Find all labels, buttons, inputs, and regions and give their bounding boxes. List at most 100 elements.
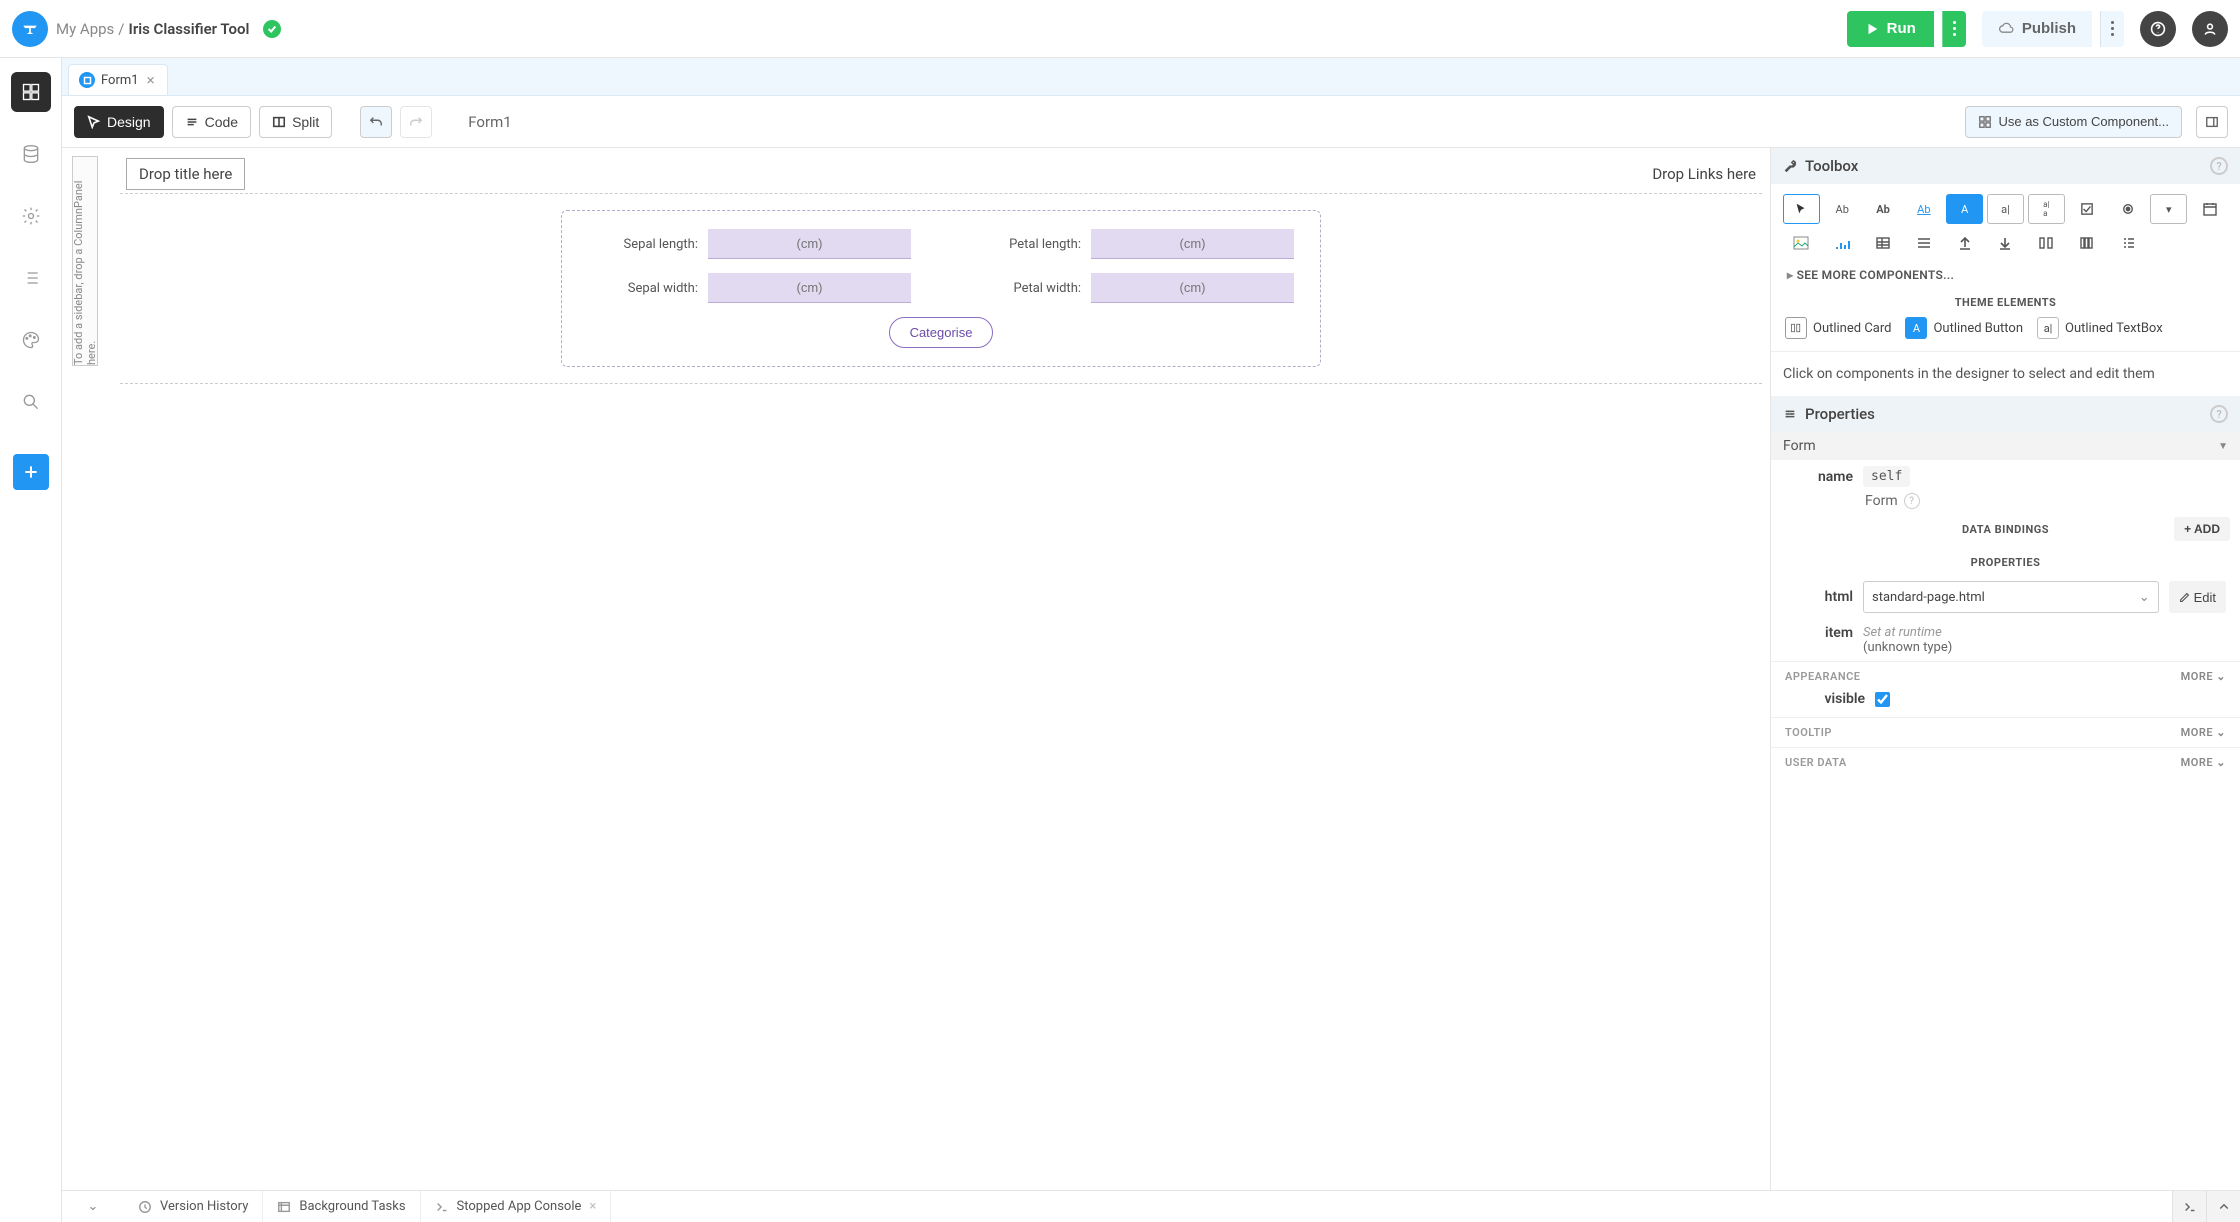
theme-outlined-card[interactable]: Outlined Card [1785, 317, 1891, 339]
tool-pointer[interactable] [1783, 194, 1820, 224]
petal-width-label: Petal width: [971, 281, 1081, 296]
edit-label: Edit [2194, 590, 2216, 605]
background-tasks-tab[interactable]: Background Tasks [263, 1191, 420, 1222]
rail-outline[interactable] [11, 258, 51, 298]
sepal-width-input[interactable] [708, 273, 911, 303]
image-icon [1793, 235, 1809, 251]
edit-html-button[interactable]: Edit [2169, 581, 2226, 613]
theme-outlined-textbox[interactable]: a| Outlined TextBox [2037, 317, 2163, 339]
design-mode-button[interactable]: Design [74, 106, 164, 138]
tool-button[interactable]: A [1946, 194, 1983, 224]
split-label: Split [292, 114, 319, 130]
rail-search[interactable] [11, 382, 51, 422]
userdata-more[interactable]: MORE ⌄ [2181, 756, 2226, 769]
run-dropdown[interactable] [1942, 11, 1966, 47]
tool-radio[interactable] [2110, 194, 2147, 224]
tool-dropdown[interactable]: ▾ [2150, 194, 2187, 224]
categorise-button[interactable]: Categorise [889, 317, 994, 348]
tool-download[interactable] [1987, 228, 2024, 258]
tab-close-button[interactable]: × [145, 71, 157, 89]
history-icon [138, 1200, 152, 1214]
account-button[interactable] [2192, 11, 2228, 47]
tool-textarea[interactable]: a|a [2028, 194, 2065, 224]
html-property-select[interactable]: standard-page.html ⌄ [1863, 581, 2159, 613]
petal-width-input[interactable] [1091, 273, 1294, 303]
name-property-value[interactable]: self [1863, 466, 1910, 487]
see-more-components[interactable]: SEE MORE COMPONENTS... [1771, 264, 2240, 292]
visible-property-label: visible [1785, 691, 1865, 707]
title-dropzone[interactable]: Drop title here [126, 158, 245, 190]
appearance-section[interactable]: APPEARANCE MORE ⌄ [1771, 661, 2240, 691]
tool-textbox[interactable]: a| [1987, 194, 2024, 224]
tool-column-panel[interactable] [2028, 228, 2065, 258]
tool-label[interactable]: Ab [1824, 194, 1861, 224]
tool-checkbox[interactable] [2069, 194, 2106, 224]
tool-image[interactable] [1783, 228, 1820, 258]
breadcrumb-sep: / [118, 20, 124, 38]
footer-expand-button[interactable] [2206, 1191, 2240, 1222]
tooltip-more[interactable]: MORE ⌄ [2181, 726, 2226, 739]
tool-datagrid[interactable] [1865, 228, 1902, 258]
tool-link[interactable]: Ab [1905, 194, 1942, 224]
code-mode-button[interactable]: Code [172, 106, 251, 138]
rail-add-button[interactable] [13, 454, 49, 490]
form-title: Form1 [468, 113, 511, 131]
breadcrumb-current[interactable]: Iris Classifier Tool [129, 20, 250, 38]
undo-button[interactable] [360, 106, 392, 138]
design-canvas[interactable]: To add a sidebar, drop a ColumnPanel her… [62, 148, 1770, 1190]
footer-terminal-button[interactable] [2172, 1191, 2206, 1222]
properties-help[interactable]: ? [2210, 405, 2228, 423]
title-dropzone-row: Drop title here Drop Links here [120, 154, 1762, 194]
anvil-logo[interactable] [12, 11, 48, 47]
tooltip-section[interactable]: TOOLTIP MORE ⌄ [1771, 717, 2240, 747]
appearance-more[interactable]: MORE ⌄ [2181, 670, 2226, 683]
run-button[interactable]: Run [1847, 11, 1934, 47]
component-icon [1978, 115, 1992, 129]
links-dropzone[interactable]: Drop Links here [1652, 165, 1756, 183]
split-mode-button[interactable]: Split [259, 106, 332, 138]
visible-checkbox[interactable] [1875, 692, 1890, 707]
theme-outlined-button[interactable]: A Outlined Button [1905, 317, 2023, 339]
breadcrumb-parent[interactable]: My Apps [56, 20, 114, 38]
version-history-tab[interactable]: Version History [124, 1191, 263, 1222]
redo-button[interactable] [400, 106, 432, 138]
form-section[interactable]: Form ▼ [1771, 432, 2240, 460]
add-binding-button[interactable]: + ADD [2174, 517, 2230, 541]
console-tab[interactable]: Stopped App Console × [421, 1191, 612, 1222]
data-bindings-title: DATA BINDINGS + ADD [1771, 509, 2240, 542]
sidebar-hint-text: To add a sidebar, drop a ColumnPanel her… [72, 157, 98, 365]
prompt-icon [2183, 1200, 2197, 1214]
split-icon [272, 115, 286, 129]
toolbox-help[interactable]: ? [2210, 157, 2228, 175]
sidebar-dropzone[interactable]: To add a sidebar, drop a ColumnPanel her… [72, 156, 98, 366]
html-property-value: standard-page.html [1872, 590, 1985, 605]
type-help-icon[interactable]: ? [1904, 493, 1920, 509]
tab-form1[interactable]: Form1 × [68, 64, 168, 95]
rail-settings[interactable] [11, 196, 51, 236]
rail-theme[interactable] [11, 320, 51, 360]
rail-app-browser[interactable] [11, 72, 51, 112]
code-icon [185, 115, 199, 129]
footer-collapse[interactable]: ⌄ [62, 1191, 124, 1222]
tool-repeating-panel[interactable] [1905, 228, 1942, 258]
tool-label-bold[interactable]: Ab [1865, 194, 1902, 224]
tool-fileupload[interactable] [1946, 228, 1983, 258]
petal-length-input[interactable] [1091, 229, 1294, 259]
publish-dropdown[interactable] [2100, 11, 2124, 47]
use-custom-component-button[interactable]: Use as Custom Component... [1965, 106, 2182, 138]
version-history-label: Version History [160, 1199, 248, 1214]
collapse-panel-button[interactable] [2196, 106, 2228, 138]
tool-plot[interactable] [1824, 228, 1861, 258]
tool-datepicker[interactable] [2191, 194, 2228, 224]
tool-flow-panel[interactable] [2069, 228, 2106, 258]
userdata-section[interactable]: USER DATA MORE ⌄ [1771, 747, 2240, 777]
sepal-length-input[interactable] [708, 229, 911, 259]
rail-database[interactable] [11, 134, 51, 174]
chevron-down-icon: ⌄ [2139, 590, 2150, 605]
help-button[interactable] [2140, 11, 2176, 47]
console-close[interactable]: × [589, 1199, 596, 1214]
outlined-card[interactable]: Sepal length: Petal length: [561, 210, 1321, 367]
app-browser-icon [21, 82, 41, 102]
publish-button[interactable]: Publish [1982, 11, 2092, 47]
tool-xy-panel[interactable] [2110, 228, 2147, 258]
